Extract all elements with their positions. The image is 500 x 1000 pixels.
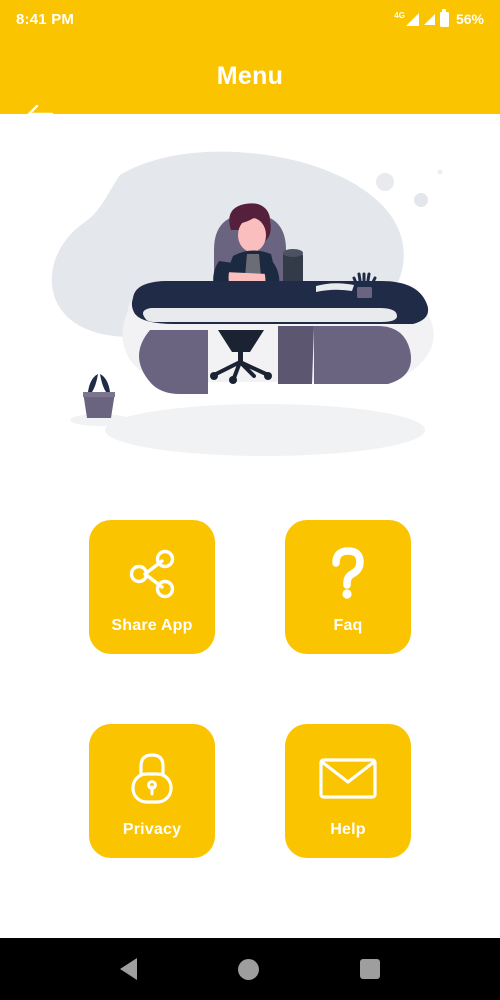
lock-icon [126, 747, 178, 809]
chair-wheel-3 [229, 376, 237, 384]
menu-tile-help[interactable]: Help [285, 724, 411, 858]
chair-wheel-1 [210, 372, 218, 380]
question-mark-icon [325, 543, 371, 605]
floor-plant-leaf-left [88, 374, 98, 392]
desk-panel-right-face [278, 326, 314, 384]
android-navigation-bar [0, 938, 500, 1000]
page-title: Menu [216, 61, 284, 90]
menu-tile-label: Faq [333, 617, 363, 634]
status-bar: 8:41 PM 4G 56% [0, 0, 500, 38]
person-working-at-desk-illustration [51, 151, 443, 456]
desk-speaker-top [283, 249, 303, 257]
status-bar-indicators: 4G 56% [394, 9, 484, 27]
hero-illustration [0, 130, 500, 480]
menu-tile-share-app[interactable]: Share App [89, 520, 215, 654]
nav-back-button[interactable] [120, 958, 138, 980]
decor-dot-large [376, 173, 394, 191]
decor-dot-small [437, 169, 443, 175]
envelope-icon [317, 747, 379, 809]
floor-plant-leaf-right [100, 374, 110, 392]
battery-percent-label: 56% [455, 11, 484, 27]
menu-tile-label: Help [330, 821, 366, 838]
desk-panel-right [314, 326, 412, 384]
app-bar: Menu [0, 38, 500, 124]
person-face [238, 218, 266, 252]
signal-triangle [405, 13, 419, 26]
menu-tile-label: Privacy [122, 821, 182, 838]
decor-dot-medium [414, 193, 428, 207]
nav-home-button[interactable] [237, 958, 259, 980]
share-icon [125, 543, 179, 605]
nav-recents-button[interactable] [359, 959, 380, 979]
menu-grid: Share App Faq Privacy Help [0, 520, 500, 858]
status-bar-time: 8:41 PM [16, 10, 75, 28]
floor-plant-pot-rim [83, 392, 115, 397]
desk-plant-pot [357, 287, 372, 298]
floor-shadow [105, 404, 425, 456]
menu-tile-label: Share App [111, 617, 193, 634]
signal-bars-icon [423, 13, 435, 25]
desk-panel-left [139, 330, 208, 394]
desk-edge-highlight [143, 308, 397, 322]
battery-icon [439, 9, 449, 27]
menu-tile-privacy[interactable]: Privacy [89, 724, 215, 858]
chair-wheel-2 [264, 372, 272, 380]
network-type-label: 4G [394, 11, 405, 20]
menu-tile-faq[interactable]: Faq [285, 520, 411, 654]
signal-4g-icon: 4G [394, 12, 419, 26]
app-screen: 8:41 PM 4G 56% Menu Share App Faq Privac… [0, 0, 500, 1000]
